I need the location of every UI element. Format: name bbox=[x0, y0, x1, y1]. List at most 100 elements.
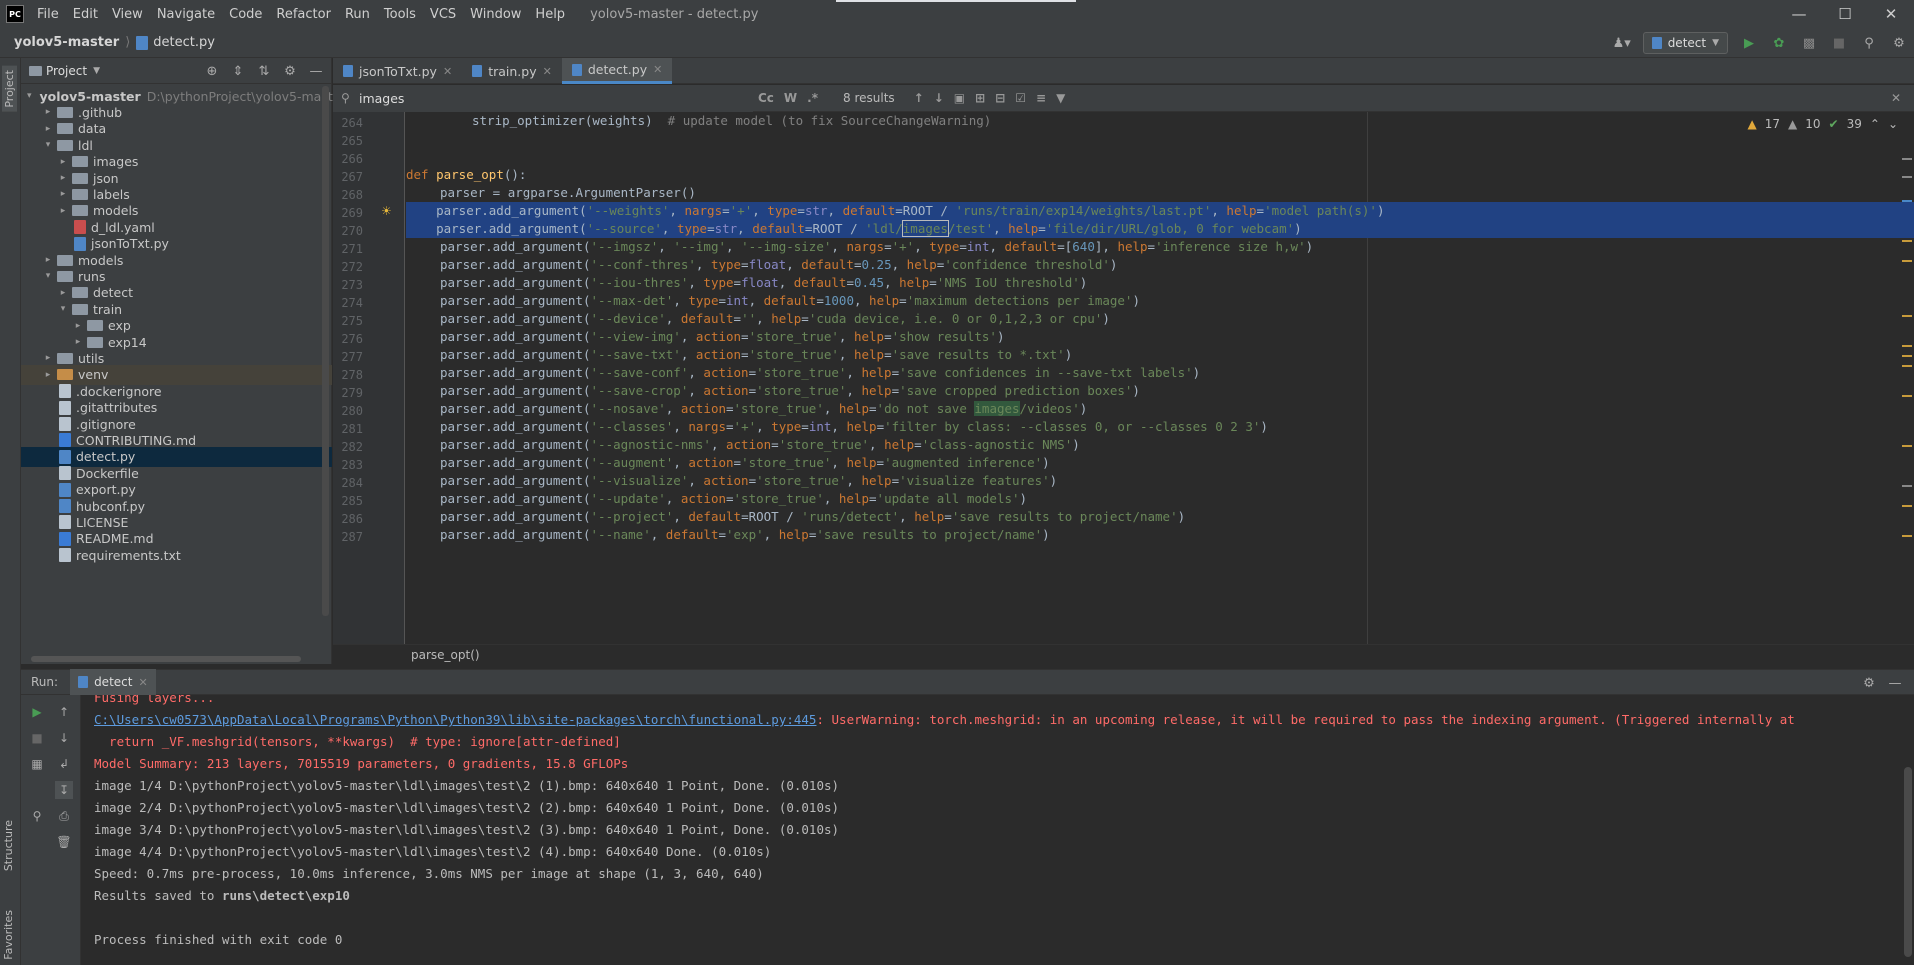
stripe-marker[interactable] bbox=[1902, 260, 1912, 262]
tab-jsontotxt[interactable]: jsonToTxt.py ✕ bbox=[333, 58, 462, 84]
chevron-up-icon[interactable]: ⌃ bbox=[1870, 117, 1880, 131]
select-all-icon[interactable]: ☑ bbox=[1015, 91, 1026, 105]
chevron-right-icon[interactable]: ▸ bbox=[72, 321, 84, 331]
arrow-down-icon[interactable]: ↓ bbox=[55, 729, 73, 747]
stripe-marker[interactable] bbox=[1902, 365, 1912, 367]
breadcrumb-project[interactable]: yolov5-master bbox=[14, 35, 119, 50]
find-input[interactable] bbox=[333, 84, 753, 112]
debug-icon[interactable]: ✿ bbox=[1770, 34, 1788, 52]
chevron-down-icon[interactable]: ⌄ bbox=[1888, 117, 1898, 131]
pin-icon[interactable]: ⚲ bbox=[28, 807, 46, 825]
close-icon[interactable]: ✕ bbox=[543, 65, 552, 78]
tree-horizontal-scrollbar[interactable] bbox=[31, 656, 301, 662]
minimize-icon[interactable]: — bbox=[1776, 0, 1822, 28]
structure-tool-tab[interactable]: Structure bbox=[2, 820, 15, 871]
whole-word-toggle[interactable]: W bbox=[784, 91, 797, 105]
chevron-down-icon[interactable]: ▾ bbox=[42, 140, 54, 150]
run-icon[interactable]: ▶ bbox=[1740, 34, 1758, 52]
inspection-widget[interactable]: ▲ 17 ▲ 10 ✔ 39 ⌃ ⌄ bbox=[1748, 117, 1899, 131]
editor-breadcrumb[interactable]: parse_opt() bbox=[411, 648, 480, 662]
close-icon[interactable]: ✕ bbox=[653, 63, 662, 76]
user-icon[interactable]: ♟▾ bbox=[1613, 34, 1631, 52]
stripe-marker[interactable] bbox=[1902, 315, 1912, 317]
match-case-toggle[interactable]: Cc bbox=[758, 91, 774, 105]
lightbulb-icon[interactable]: ☀ bbox=[381, 204, 392, 218]
search-icon[interactable]: ⚲ bbox=[1860, 34, 1878, 52]
run-config-select[interactable]: detect ▼ bbox=[1642, 32, 1728, 54]
menu-help[interactable]: Help bbox=[528, 7, 572, 22]
stop-icon[interactable]: ■ bbox=[1830, 34, 1848, 52]
menu-run[interactable]: Run bbox=[338, 7, 377, 22]
arrow-up-icon[interactable]: ↑ bbox=[55, 703, 73, 721]
chevron-right-icon[interactable]: ▸ bbox=[42, 255, 54, 265]
stripe-marker[interactable] bbox=[1902, 176, 1912, 178]
chevron-down-icon[interactable]: ▾ bbox=[27, 91, 32, 101]
stripe-marker[interactable] bbox=[1902, 240, 1912, 242]
rerun-icon[interactable]: ▶ bbox=[28, 703, 46, 721]
chevron-right-icon[interactable]: ▸ bbox=[57, 189, 69, 199]
scroll-to-end-icon[interactable]: ↧ bbox=[55, 781, 73, 799]
chevron-right-icon[interactable]: ▸ bbox=[72, 337, 84, 347]
layout-icon[interactable]: ▦ bbox=[28, 755, 46, 773]
error-stripe[interactable] bbox=[1900, 140, 1914, 640]
stripe-marker[interactable] bbox=[1902, 355, 1912, 357]
collapse-all-icon[interactable]: ⇅ bbox=[255, 62, 273, 80]
menu-vcs[interactable]: VCS bbox=[423, 7, 463, 22]
menu-window[interactable]: Window bbox=[463, 7, 528, 22]
tab-train[interactable]: train.py ✕ bbox=[462, 58, 562, 84]
coverage-icon[interactable]: ▩ bbox=[1800, 34, 1818, 52]
tree-item[interactable]: requirements.txt bbox=[21, 545, 332, 565]
expand-all-icon[interactable]: ⇕ bbox=[229, 62, 247, 80]
add-selection-icon[interactable]: ⊞ bbox=[975, 91, 985, 105]
menu-edit[interactable]: Edit bbox=[66, 7, 105, 22]
stripe-marker[interactable] bbox=[1902, 485, 1912, 487]
chevron-right-icon[interactable]: ▸ bbox=[42, 124, 54, 134]
stop-icon[interactable]: ■ bbox=[28, 729, 46, 747]
project-tool-tab[interactable]: Project bbox=[2, 66, 17, 112]
menu-file[interactable]: File bbox=[30, 7, 66, 22]
filter-icon[interactable]: ▼ bbox=[1056, 91, 1065, 105]
chevron-right-icon[interactable]: ▸ bbox=[57, 157, 69, 167]
gear-icon[interactable]: ⚙ bbox=[1890, 34, 1908, 52]
breadcrumb-file[interactable]: detect.py bbox=[153, 35, 215, 50]
project-panel-title[interactable]: Project bbox=[46, 64, 87, 78]
stripe-marker[interactable] bbox=[1902, 535, 1912, 537]
stripe-marker[interactable] bbox=[1902, 200, 1912, 202]
hide-icon[interactable]: — bbox=[307, 62, 325, 80]
gear-icon[interactable]: ⚙ bbox=[281, 62, 299, 80]
close-icon[interactable]: ✕ bbox=[138, 676, 147, 689]
gear-icon[interactable]: ⚙ bbox=[1860, 674, 1878, 692]
select-all-occurrences-icon[interactable]: ▣ bbox=[954, 91, 965, 105]
close-icon[interactable]: ✕ bbox=[1868, 0, 1914, 28]
stripe-marker[interactable] bbox=[1902, 158, 1912, 160]
chevron-right-icon[interactable]: ▸ bbox=[42, 353, 54, 363]
arrow-down-icon[interactable]: ↓ bbox=[934, 91, 944, 105]
chevron-down-icon[interactable]: ▼ bbox=[93, 66, 100, 76]
soft-wrap-icon[interactable]: ↲ bbox=[55, 755, 73, 773]
arrow-up-icon[interactable]: ↑ bbox=[914, 91, 924, 105]
chevron-down-icon[interactable]: ▾ bbox=[57, 304, 69, 314]
chevron-down-icon[interactable]: ▾ bbox=[42, 271, 54, 281]
stripe-marker[interactable] bbox=[1902, 445, 1912, 447]
chevron-right-icon[interactable]: ▸ bbox=[42, 370, 54, 380]
locate-icon[interactable]: ⊕ bbox=[203, 62, 221, 80]
filter-options-icon[interactable]: ≡ bbox=[1036, 91, 1046, 105]
stripe-marker[interactable] bbox=[1902, 395, 1912, 397]
favorites-tool-tab[interactable]: Favorites bbox=[2, 910, 15, 960]
chevron-right-icon[interactable]: ▸ bbox=[42, 107, 54, 117]
run-tab-detect[interactable]: detect ✕ bbox=[70, 669, 156, 695]
menu-tools[interactable]: Tools bbox=[377, 7, 423, 22]
chevron-right-icon[interactable]: ▸ bbox=[57, 206, 69, 216]
tree-scrollbar[interactable] bbox=[322, 86, 329, 616]
chevron-right-icon[interactable]: ▸ bbox=[57, 173, 69, 183]
trash-icon[interactable]: 🗑 bbox=[55, 833, 73, 851]
close-icon[interactable]: ✕ bbox=[443, 65, 452, 78]
code-editor[interactable]: strip_optimizer(weights) # update model … bbox=[406, 112, 1914, 644]
menu-refactor[interactable]: Refactor bbox=[269, 7, 338, 22]
console-link[interactable]: C:\Users\cw0573\AppData\Local\Programs\P… bbox=[94, 712, 816, 727]
chevron-right-icon[interactable]: ▸ bbox=[57, 288, 69, 298]
menu-code[interactable]: Code bbox=[222, 7, 269, 22]
remove-selection-icon[interactable]: ⊟ bbox=[995, 91, 1005, 105]
close-icon[interactable]: ✕ bbox=[1891, 91, 1901, 105]
menu-view[interactable]: View bbox=[105, 7, 150, 22]
